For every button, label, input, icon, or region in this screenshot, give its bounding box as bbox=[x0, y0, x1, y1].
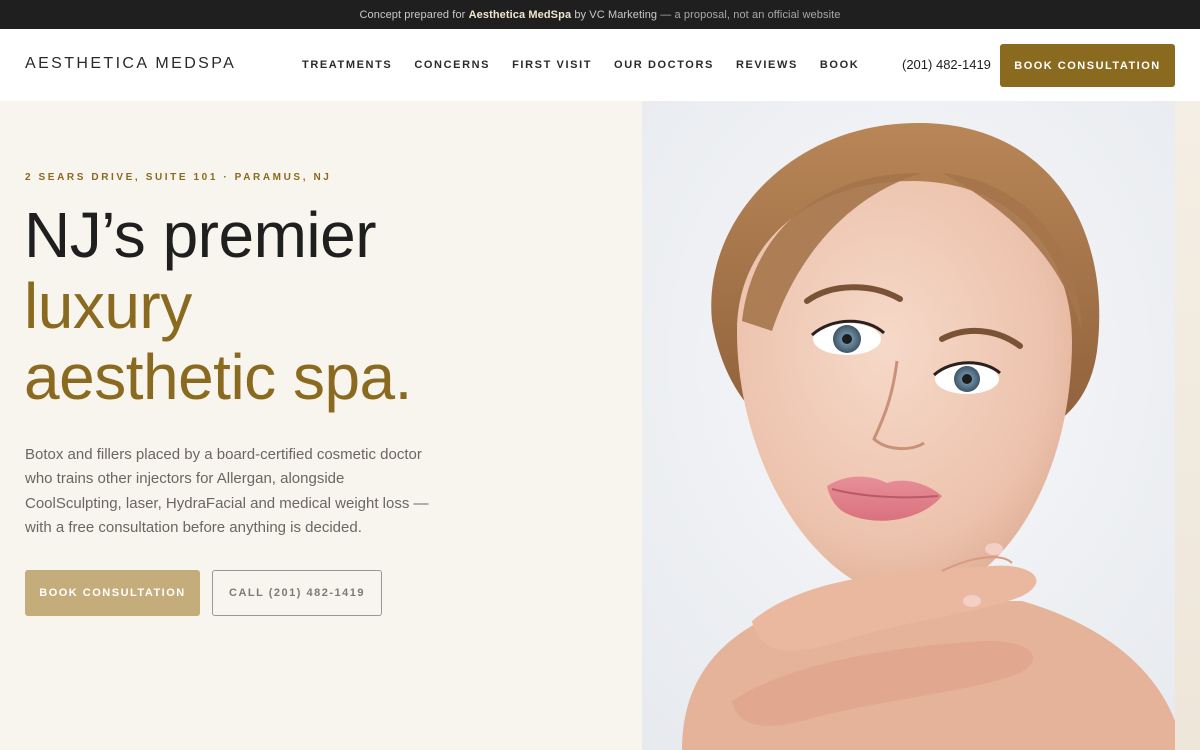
banner-note: — a proposal, not an official website bbox=[660, 8, 841, 21]
headline-line-2: luxury bbox=[24, 270, 192, 342]
hero-portrait-image bbox=[642, 101, 1175, 750]
fingernail-2 bbox=[963, 595, 981, 607]
right-pupil bbox=[962, 374, 972, 384]
nav-link-first-visit[interactable]: FIRST VISIT bbox=[512, 59, 592, 71]
nav-link-our-doctors[interactable]: OUR DOCTORS bbox=[614, 59, 714, 71]
header-phone-link[interactable]: (201) 482-1419 bbox=[902, 57, 991, 72]
hero-call-button[interactable]: CALL (201) 482-1419 bbox=[212, 570, 382, 616]
hero-right-margin bbox=[1175, 101, 1200, 750]
headline-line-1: NJ’s premier bbox=[24, 199, 376, 271]
hero-headline: NJ’s premier luxury aesthetic spa. bbox=[24, 200, 412, 413]
fingernail bbox=[985, 543, 1003, 555]
site-header: AESTHETICA MEDSPA TREATMENTS CONCERNS FI… bbox=[0, 29, 1200, 101]
main-nav: TREATMENTS CONCERNS FIRST VISIT OUR DOCT… bbox=[302, 59, 881, 71]
banner-by: by VC Marketing bbox=[574, 8, 658, 21]
headline-line-3: aesthetic spa. bbox=[24, 341, 412, 413]
portrait-illustration bbox=[642, 101, 1175, 750]
nav-link-concerns[interactable]: CONCERNS bbox=[414, 59, 490, 71]
nav-link-treatments[interactable]: TREATMENTS bbox=[302, 59, 392, 71]
hero-address: 2 SEARS DRIVE, SUITE 101 · PARAMUS, NJ bbox=[25, 172, 332, 183]
hero-description: Botox and fillers placed by a board-cert… bbox=[25, 446, 429, 536]
left-pupil bbox=[842, 334, 852, 344]
header-book-consultation-button[interactable]: BOOK CONSULTATION bbox=[1000, 44, 1175, 87]
banner-prefix: Concept prepared for bbox=[359, 8, 466, 21]
site-logo[interactable]: AESTHETICA MEDSPA bbox=[25, 55, 236, 73]
hero-book-consultation-button[interactable]: BOOK CONSULTATION bbox=[25, 570, 200, 616]
concept-banner: Concept prepared for Aesthetica MedSpa b… bbox=[0, 0, 1200, 29]
nav-link-book[interactable]: BOOK bbox=[820, 59, 859, 71]
banner-client: Aesthetica MedSpa bbox=[468, 8, 572, 21]
nav-link-reviews[interactable]: REVIEWS bbox=[736, 59, 798, 71]
